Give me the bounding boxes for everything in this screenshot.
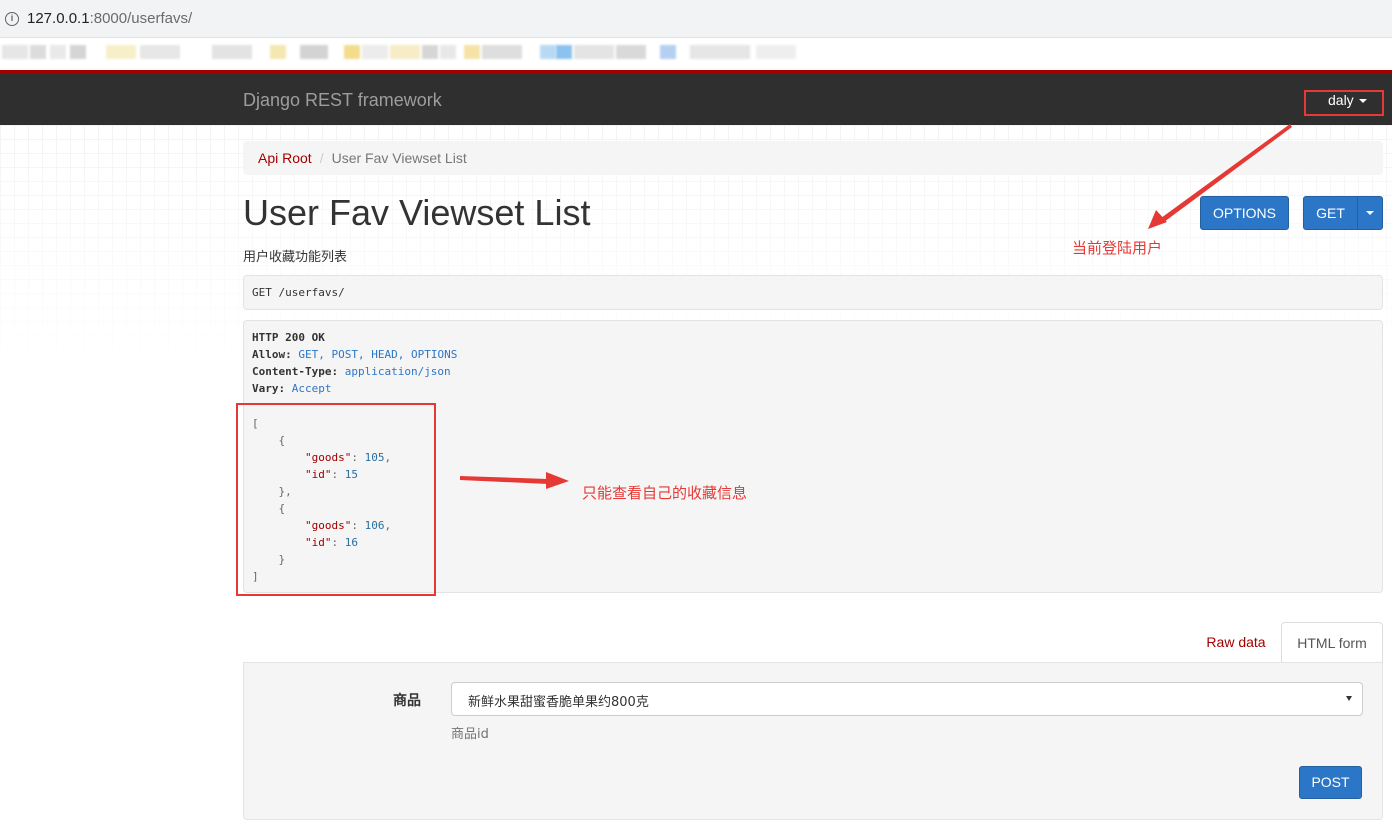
page-description: 用户收藏功能列表 [243, 250, 348, 265]
request-info: GET /userfavs/ [243, 275, 1383, 310]
post-button[interactable]: POST [1299, 766, 1362, 799]
blurred-bookmark [390, 45, 420, 59]
blurred-bookmark [70, 45, 86, 59]
header-value: application/json [344, 365, 451, 378]
blurred-bookmark [440, 45, 456, 59]
tab-raw-data[interactable]: Raw data [1196, 622, 1276, 662]
blurred-bookmark [756, 45, 796, 59]
blurred-bookmark [300, 45, 328, 59]
blurred-bookmark [556, 45, 572, 59]
url-text[interactable]: 127.0.0.1:8000/userfavs/ [27, 10, 192, 27]
blurred-bookmark [362, 45, 388, 59]
blurred-bookmark [344, 45, 360, 59]
blurred-bookmark [422, 45, 438, 59]
breadcrumb-current: User Fav Viewset List [331, 150, 467, 166]
goods-select[interactable]: 新鲜水果甜蜜香脆单果约800克 [451, 682, 1363, 716]
blurred-bookmark [690, 45, 750, 59]
annotation-box-user [1304, 90, 1384, 116]
annotation-current-user: 当前登陆用户 [1072, 239, 1163, 257]
blurred-bookmark [464, 45, 480, 59]
address-bar[interactable]: i 127.0.0.1:8000/userfavs/ [0, 0, 1392, 38]
blurred-bookmark [2, 45, 28, 59]
tab-html-form[interactable]: HTML form [1281, 622, 1383, 663]
navbar: Django REST framework daly [0, 70, 1392, 125]
header-key: Content-Type: [252, 365, 339, 378]
chevron-down-icon [1346, 696, 1352, 701]
blurred-bookmark [50, 45, 66, 59]
blurred-bookmark [616, 45, 646, 59]
blurred-bookmark [540, 45, 556, 59]
annotation-own-favs: 只能查看自己的收藏信息 [582, 484, 748, 502]
goods-help-text: 商品id [451, 727, 489, 742]
header-value: GET, POST, HEAD, OPTIONS [298, 348, 458, 361]
blurred-bookmark [106, 45, 136, 59]
breadcrumb-api-root[interactable]: Api Root [258, 150, 312, 166]
breadcrumb: Api Root / User Fav Viewset List [243, 141, 1383, 175]
chevron-down-icon [1366, 211, 1374, 216]
breadcrumb-separator: / [319, 150, 324, 166]
goods-label: 商品 [393, 693, 421, 709]
header-key: Allow: [252, 348, 292, 361]
annotation-box-json [236, 403, 436, 596]
header-key: Vary: [252, 382, 286, 395]
url-path: /userfavs/ [127, 10, 193, 27]
response-status: HTTP 200 OK [252, 331, 325, 344]
url-port: :8000 [89, 10, 128, 27]
info-icon[interactable]: i [5, 12, 19, 26]
bookmarks-bar [0, 38, 1392, 68]
blurred-bookmark [574, 45, 614, 59]
response-header: Vary: Accept [252, 382, 332, 395]
request-line: GET /userfavs/ [252, 286, 345, 299]
response-header: Allow: GET, POST, HEAD, OPTIONS [252, 348, 457, 361]
blurred-bookmark [30, 45, 46, 59]
get-format-dropdown[interactable] [1357, 196, 1383, 230]
page-title: User Fav Viewset List [243, 192, 591, 233]
header-value: Accept [291, 382, 332, 395]
navbar-brand[interactable]: Django REST framework [243, 90, 442, 111]
blurred-bookmark [660, 45, 676, 59]
response-header: Content-Type: application/json [252, 365, 451, 378]
blurred-bookmark [482, 45, 522, 59]
goods-selected-value: 新鲜水果甜蜜香脆单果约800克 [468, 695, 649, 710]
url-host: 127.0.0.1 [27, 10, 90, 27]
blurred-bookmark [212, 45, 252, 59]
blurred-bookmark [270, 45, 286, 59]
options-button[interactable]: OPTIONS [1200, 196, 1289, 230]
get-button[interactable]: GET [1303, 196, 1358, 230]
blurred-bookmark [140, 45, 180, 59]
